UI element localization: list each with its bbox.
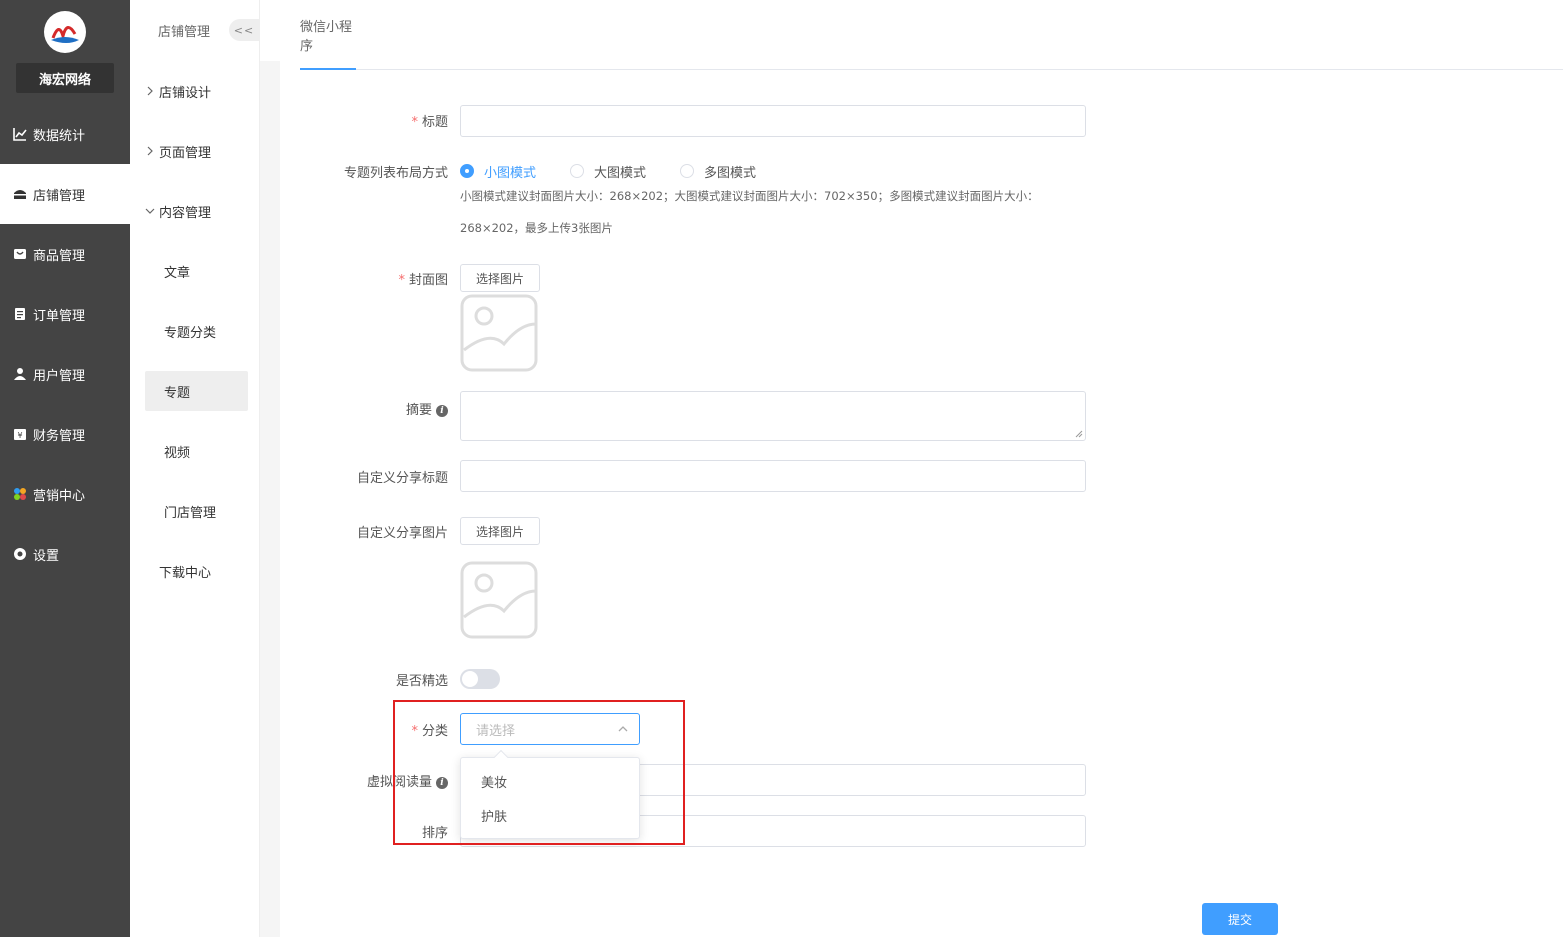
radio-small[interactable]: 小图模式 [460,162,536,181]
share-image-label: 自定义分享图片 [356,526,448,541]
nav-label: 财务管理 [33,428,86,444]
radio-dot [460,164,474,178]
nav-item-finance[interactable]: ¥ 财务管理 [0,404,130,464]
nav-label: 订单管理 [33,308,86,324]
radio-multi[interactable]: 多图模式 [680,162,756,181]
sub-sidebar: 店铺管理 << 店铺设计 页面管理 内容管理 文章 专题分类 专题 视频 门店管… [130,0,260,937]
share-title-input[interactable] [460,460,1086,492]
brand-name: 海宏网络 [16,63,114,93]
main-sidebar: 海宏网络 数据统计 店铺管理 商品管理 订单管理 用户管理 ¥ 财务管理 营销中… [0,0,130,937]
goods-icon [12,246,28,262]
radio-dot [680,164,695,178]
chevron-down-icon [144,207,156,215]
highlight-box [393,700,685,845]
nav-item-store[interactable]: 店铺管理 [0,164,130,224]
sub-child-topic-category[interactable]: 专题分类 [130,301,259,361]
store-icon [12,186,28,202]
marketing-icon [12,486,28,502]
chevron-right-icon [144,86,156,96]
share-image-placeholder-icon[interactable] [460,561,538,639]
nav-item-marketing[interactable]: 营销中心 [0,464,130,524]
tab-bar: 微信小程序 [300,0,1563,70]
tab-active-indicator [300,68,356,70]
settings-icon [12,546,28,562]
sub-sidebar-title: 店铺管理 << [130,0,259,61]
chevron-right-icon [144,146,156,156]
finance-icon: ¥ [12,426,28,442]
sub-child-store-manage[interactable]: 门店管理 [130,481,259,541]
sub-item-content-manage[interactable]: 内容管理 [130,181,259,241]
nav-label: 商品管理 [33,248,86,264]
nav-item-users[interactable]: 用户管理 [0,344,130,404]
share-title-label: 自定义分享标题 [356,471,448,486]
sub-child-video[interactable]: 视频 [130,421,259,481]
layout-hint-line2: 268×202，最多上传3张图片 [460,221,613,235]
radio-large[interactable]: 大图模式 [570,162,646,181]
nav-item-settings[interactable]: 设置 [0,524,130,584]
resize-grip-icon[interactable] [1075,430,1083,438]
share-image-select-button[interactable]: 选择图片 [460,517,540,545]
layout-radio-group: 小图模式 大图模式 多图模式 [460,162,790,181]
main-content: 微信小程序 * 标题 专题列表布局方式 小图模式 大图模式 多图模式 小图模式建议… [280,0,1563,937]
sub-item-download-center[interactable]: 下载中心 [130,541,259,601]
nav-item-orders[interactable]: 订单管理 [0,284,130,344]
title-label: * 标题 [411,115,448,130]
sub-child-topic[interactable]: 专题 [145,371,248,411]
chart-icon [12,126,28,142]
svg-text:¥: ¥ [17,431,22,440]
cover-select-button[interactable]: 选择图片 [460,264,540,292]
info-icon[interactable]: i [436,404,448,417]
switch-knob [462,671,478,687]
nav-item-goods[interactable]: 商品管理 [0,224,130,284]
order-icon [12,306,28,322]
nav-label: 设置 [33,548,60,564]
featured-label: 是否精选 [395,674,448,689]
tab-wechat-miniprogram[interactable]: 微信小程序 [300,0,356,70]
logo[interactable] [44,11,86,53]
nav-label: 营销中心 [33,488,86,504]
summary-label: 摘要 i [406,399,448,418]
user-icon [12,366,28,382]
featured-switch[interactable] [460,669,500,689]
gutter [260,61,280,937]
sub-child-article[interactable]: 文章 [130,241,259,301]
cover-label: * 封面图 [398,273,448,288]
submit-button[interactable]: 提交 [1202,903,1278,935]
nav-item-stats[interactable]: 数据统计 [0,104,130,164]
sub-item-page-manage[interactable]: 页面管理 [130,121,259,181]
sub-item-store-design[interactable]: 店铺设计 [130,61,259,121]
nav-label: 数据统计 [33,128,86,144]
radio-dot [570,164,585,178]
layout-hint-line1: 小图模式建议封面图片大小：268×202；大图模式建议封面图片大小：702×35… [460,189,1039,203]
nav-label: 店铺管理 [33,188,86,204]
brand-area: 海宏网络 [0,0,130,104]
summary-textarea[interactable] [460,391,1086,441]
cover-image-placeholder-icon[interactable] [460,294,538,372]
layout-label: 专题列表布局方式 [343,166,448,181]
title-input[interactable] [460,105,1086,137]
nav-label: 用户管理 [33,368,86,384]
collapse-button[interactable]: << [229,19,259,41]
